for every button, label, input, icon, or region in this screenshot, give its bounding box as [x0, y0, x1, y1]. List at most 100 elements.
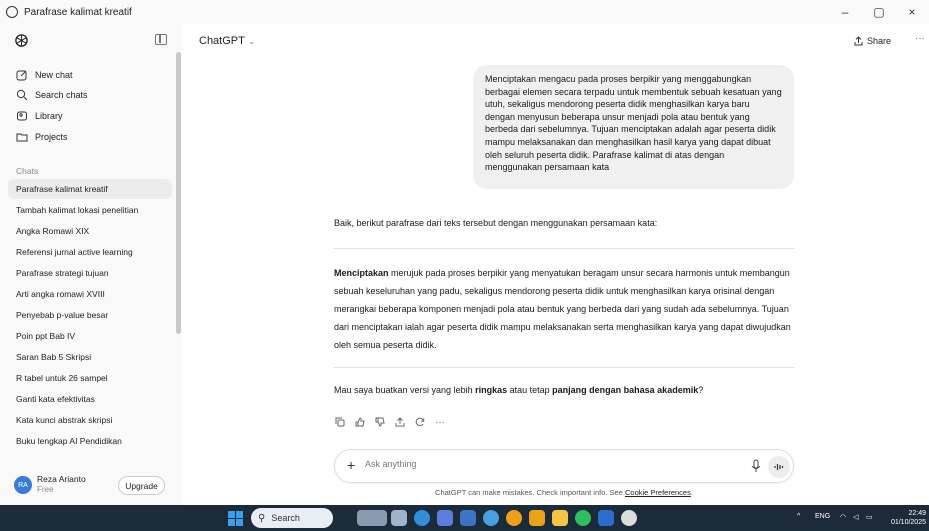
follow-up-question: Mau saya buatkan versi yang lebih ringka…	[334, 381, 794, 399]
question-text: ?	[698, 385, 704, 395]
clock-time: 22:49	[908, 510, 926, 517]
teams-icon[interactable]	[437, 510, 453, 526]
app-icon[interactable]	[529, 510, 545, 526]
prompt-input[interactable]	[365, 459, 665, 469]
volume-icon[interactable]: ◁	[853, 513, 858, 521]
search-chats-label: Search chats	[35, 90, 88, 100]
projects-label: Projects	[35, 132, 68, 142]
more-options-icon[interactable]: ···	[915, 33, 925, 44]
composer: +	[334, 449, 794, 483]
thumbs-down-icon[interactable]	[375, 417, 385, 427]
thumbs-up-icon[interactable]	[355, 417, 365, 427]
voice-mode-button[interactable]	[768, 456, 790, 478]
word-icon[interactable]	[598, 510, 614, 526]
new-chat-label: New chat	[35, 70, 73, 80]
microphone-icon[interactable]	[750, 458, 762, 474]
copy-icon[interactable]	[335, 417, 345, 427]
windows-start-icon[interactable]	[228, 511, 243, 526]
sidebar-toggle-icon[interactable]	[155, 34, 167, 45]
chat-main: ChatGPT ⌄ Share ··· Menciptakan mengacu p…	[182, 24, 929, 505]
library-icon	[17, 111, 27, 121]
model-selector[interactable]: ChatGPT ⌄	[199, 35, 255, 47]
disclaimer-end: .	[690, 488, 693, 497]
task-view-icon[interactable]	[391, 510, 407, 526]
tray-overflow-icon[interactable]: ^	[797, 513, 800, 520]
chat-item[interactable]: Buku lengkap AI Pendidikan	[8, 431, 172, 451]
maximize-button[interactable]: ▢	[862, 0, 896, 24]
response-intro: Baik, berikut parafrase dari teks terseb…	[334, 218, 658, 228]
user-message-bubble: Menciptakan mengacu pada proses berpikir…	[473, 65, 794, 189]
response-paragraph-text: merujuk pada proses berpikir yang menyat…	[334, 268, 791, 350]
folder-icon	[16, 133, 28, 142]
upgrade-button[interactable]: Upgrade	[118, 476, 165, 495]
language-indicator[interactable]: ENG	[815, 513, 830, 520]
network-app-icon[interactable]	[483, 510, 499, 526]
chat-item[interactable]: Tambah kalimat lokasi penelitian	[8, 200, 172, 220]
taskbar-clock[interactable]: 22:49 01/10/2025	[880, 509, 926, 527]
close-button[interactable]: ×	[895, 0, 929, 24]
chat-item[interactable]: Ganti kata efektivitas	[8, 389, 172, 409]
search-icon	[16, 89, 28, 101]
response-paragraph: Menciptakan merujuk pada proses berpikir…	[334, 264, 794, 354]
share-icon	[854, 36, 863, 46]
clock-date: 01/10/2025	[890, 519, 926, 526]
sidebar: New chat Search chats Library Projects C…	[0, 24, 182, 505]
divider	[334, 248, 794, 249]
library-label: Library	[35, 111, 63, 121]
avatar: RA	[14, 476, 32, 494]
chat-item[interactable]: Saran Bab 5 Skripsi	[8, 347, 172, 367]
chat-item[interactable]: Poin ppt Bab IV	[8, 326, 172, 346]
sidebar-scrollbar[interactable]	[176, 52, 181, 334]
battery-icon[interactable]: ▭	[866, 513, 873, 521]
chevron-down-icon: ⌄	[247, 36, 256, 46]
question-text: Mau saya buatkan versi yang lebih	[334, 385, 476, 395]
widgets-icon[interactable]	[357, 510, 387, 526]
edge-icon[interactable]	[414, 510, 430, 526]
more-icon[interactable]: ···	[435, 417, 445, 428]
window-title: Parafrase kalimat kreatif	[24, 6, 132, 18]
library-button[interactable]: Library	[8, 106, 172, 126]
file-explorer-icon[interactable]	[552, 510, 568, 526]
search-icon: ⚲	[258, 512, 266, 524]
question-bold-1: ringkas	[475, 385, 508, 395]
chat-item[interactable]: Parafrase strategi tujuan	[8, 263, 172, 283]
calculator-icon[interactable]	[460, 510, 476, 526]
chat-item[interactable]: Angka Romawi XIX	[8, 221, 172, 241]
chat-item[interactable]: Referensi jurnal active learning	[8, 242, 172, 262]
windows-taskbar: ⚲ Search ^ ENG ◠ ◁ ▭ 22:49 01/10/2025	[0, 505, 929, 531]
disclaimer-text: ChatGPT can make mistakes. Check importa…	[435, 488, 625, 497]
chat-item[interactable]: Kata kunci abstrak skripsi	[8, 410, 172, 430]
divider	[334, 367, 794, 368]
share-icon[interactable]	[395, 417, 405, 427]
chatgpt-app-icon	[6, 6, 18, 18]
response-bold-term: Menciptakan	[334, 268, 389, 278]
disclaimer: ChatGPT can make mistakes. Check importa…	[334, 488, 794, 497]
search-chats-button[interactable]: Search chats	[8, 85, 172, 105]
wifi-icon[interactable]: ◠	[840, 513, 846, 521]
message-actions: ···	[335, 417, 445, 428]
user-account[interactable]: RA Reza Arianto Free Upgrade	[0, 468, 182, 505]
question-text: atau tetap	[507, 385, 553, 395]
chat-item[interactable]: R tabel untuk 26 sampel	[8, 368, 172, 388]
share-label: Share	[867, 36, 892, 46]
chat-item[interactable]: Parafrase kalimat kreatif	[8, 179, 172, 199]
new-chat-button[interactable]: New chat	[8, 65, 172, 85]
chrome-icon[interactable]	[506, 510, 522, 526]
sidebar-header	[0, 24, 182, 58]
projects-button[interactable]: Projects	[8, 127, 172, 147]
chatgpt-taskbar-icon[interactable]	[621, 510, 637, 526]
taskbar-search[interactable]: ⚲ Search	[251, 508, 333, 528]
whatsapp-icon[interactable]	[575, 510, 591, 526]
openai-logo-icon[interactable]	[14, 33, 29, 48]
question-bold-2: panjang dengan bahasa akademik	[552, 385, 699, 395]
cookie-preferences-link[interactable]: Cookie Preferences	[625, 488, 691, 497]
taskbar-search-label: Search	[271, 513, 300, 523]
minimize-button[interactable]: –	[828, 0, 862, 24]
plus-icon[interactable]: +	[347, 457, 355, 473]
waveform-icon	[774, 464, 784, 470]
share-button[interactable]: Share	[854, 36, 891, 46]
chat-item[interactable]: Penyebab p-value besar	[8, 305, 172, 325]
title-bar: Parafrase kalimat kreatif – ▢ ×	[0, 0, 929, 24]
regenerate-icon[interactable]	[415, 417, 425, 427]
chat-item[interactable]: Arti angka romawi XVIII	[8, 284, 172, 304]
